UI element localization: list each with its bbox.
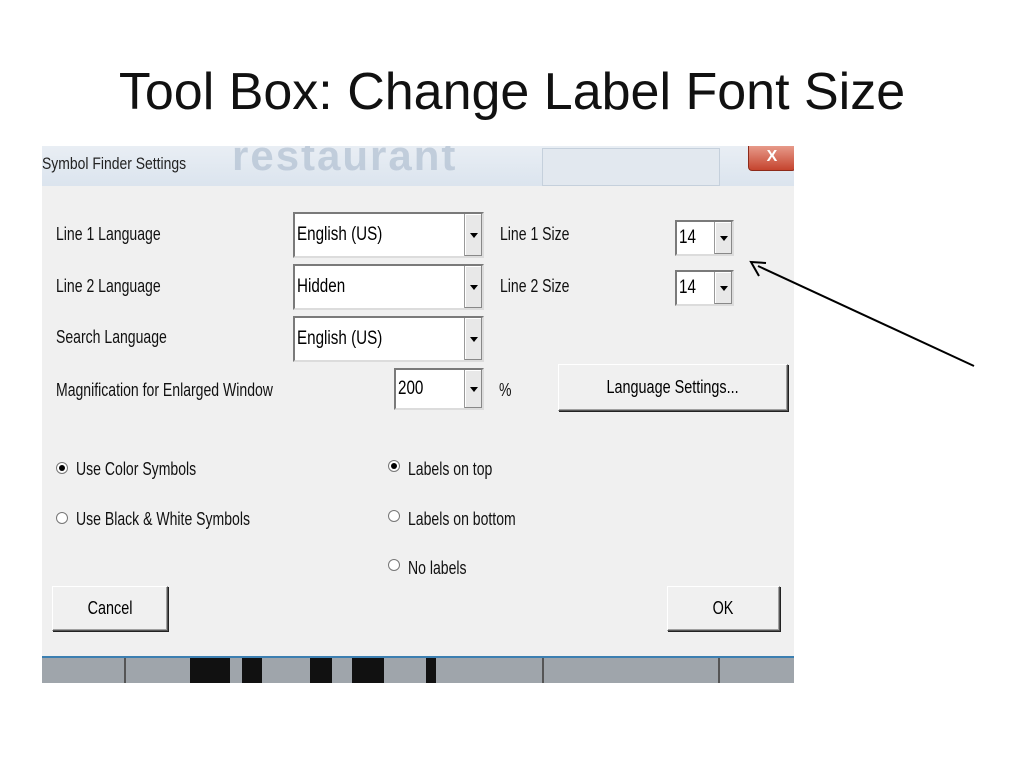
annotation-arrow-line <box>757 265 975 367</box>
annotation-arrow-icon <box>749 260 975 367</box>
